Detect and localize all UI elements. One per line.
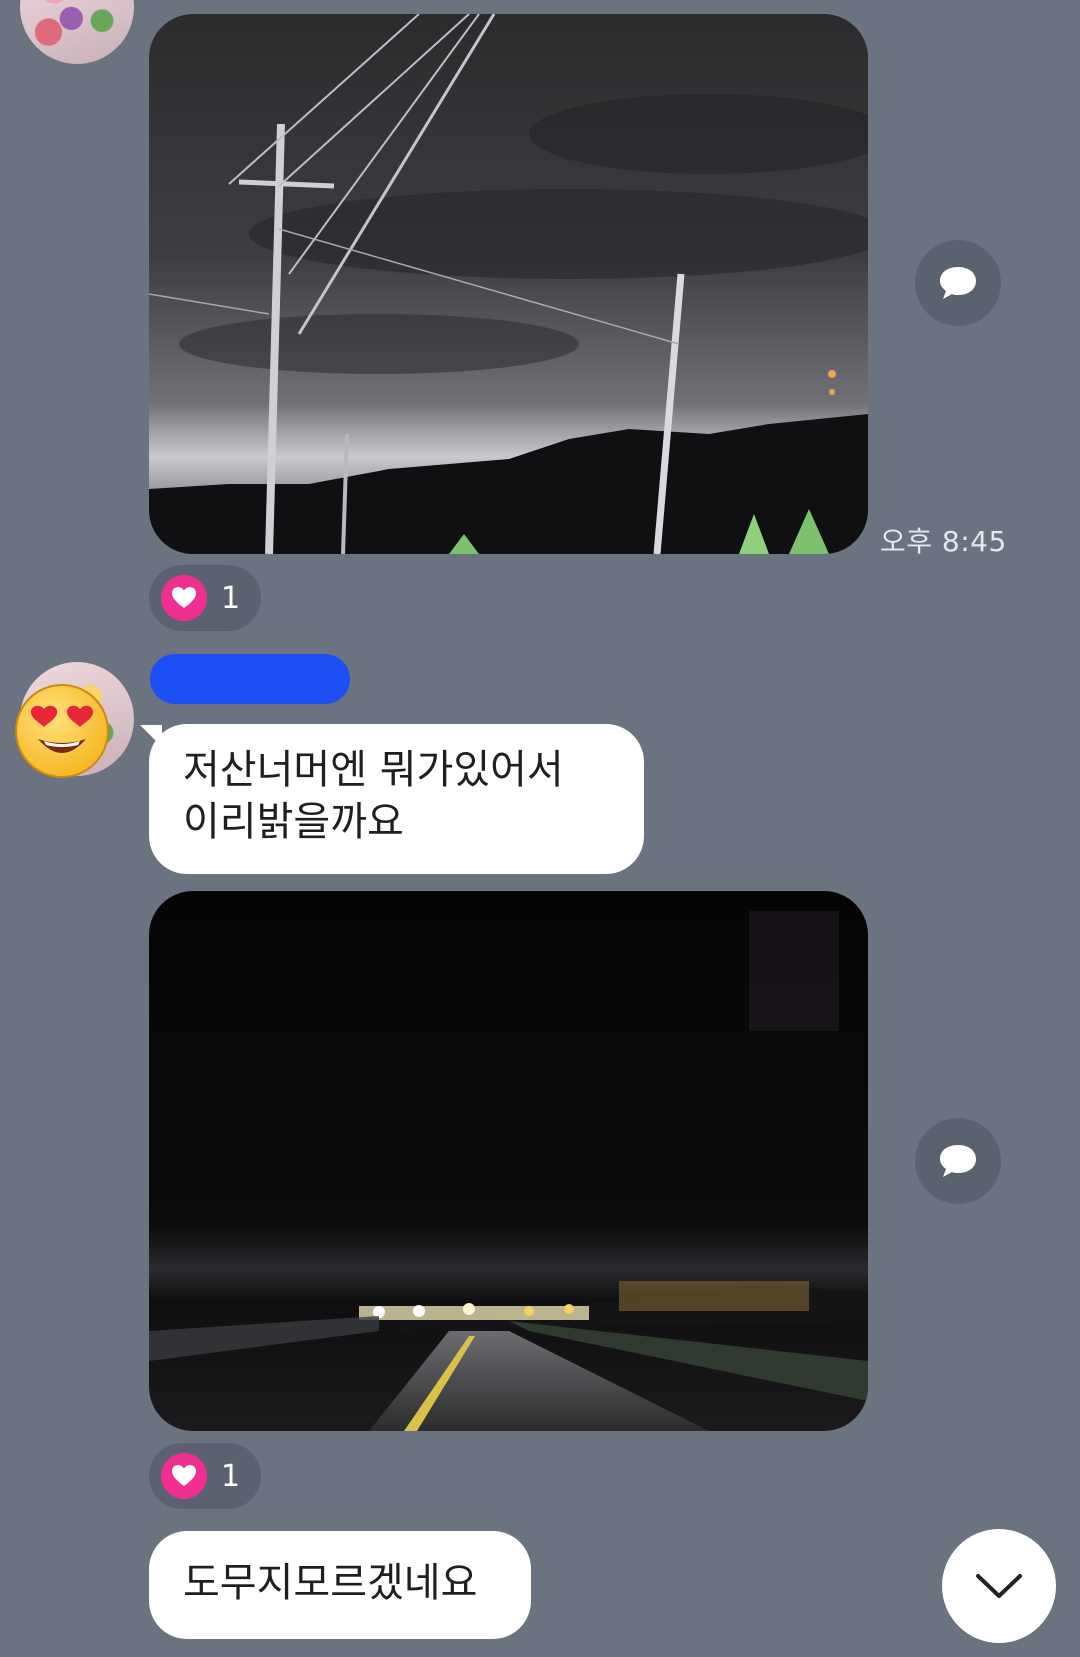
share-button-2[interactable] bbox=[915, 1118, 1001, 1204]
photo-message-sky[interactable] bbox=[149, 14, 868, 554]
share-button-1[interactable] bbox=[915, 240, 1001, 326]
message-line-1: 저산너머엔 뭐가있어서 bbox=[183, 747, 564, 793]
photo-message-road[interactable] bbox=[149, 891, 868, 1431]
speech-bubble-icon bbox=[940, 1145, 976, 1177]
scroll-to-bottom-button[interactable] bbox=[942, 1529, 1056, 1643]
chevron-down-icon bbox=[976, 1574, 1022, 1598]
reaction-badge-2[interactable]: 1 bbox=[149, 1443, 261, 1509]
photo-sky-image bbox=[149, 14, 868, 554]
message-time: 오후 8:45 bbox=[880, 525, 1007, 558]
sender-avatar-top[interactable] bbox=[20, 0, 134, 64]
reaction-count: 1 bbox=[221, 1458, 241, 1494]
speech-bubble-icon bbox=[940, 267, 976, 299]
reaction-count: 1 bbox=[221, 580, 241, 616]
message-text: 도무지모르겠네요 bbox=[183, 1560, 478, 1606]
text-message-1[interactable]: 저산너머엔 뭐가있어서 이리밝을까요 bbox=[149, 724, 644, 874]
heart-icon bbox=[161, 1453, 207, 1499]
heart-icon bbox=[161, 575, 207, 621]
heart-eyes-emoji-icon bbox=[15, 684, 109, 778]
photo-road-image bbox=[149, 891, 868, 1431]
text-message-2[interactable]: 도무지모르겠네요 bbox=[149, 1531, 531, 1639]
message-line-2: 이리밝을까요 bbox=[183, 799, 404, 845]
reaction-badge-1[interactable]: 1 bbox=[149, 565, 261, 631]
sender-name-redacted bbox=[150, 654, 350, 704]
